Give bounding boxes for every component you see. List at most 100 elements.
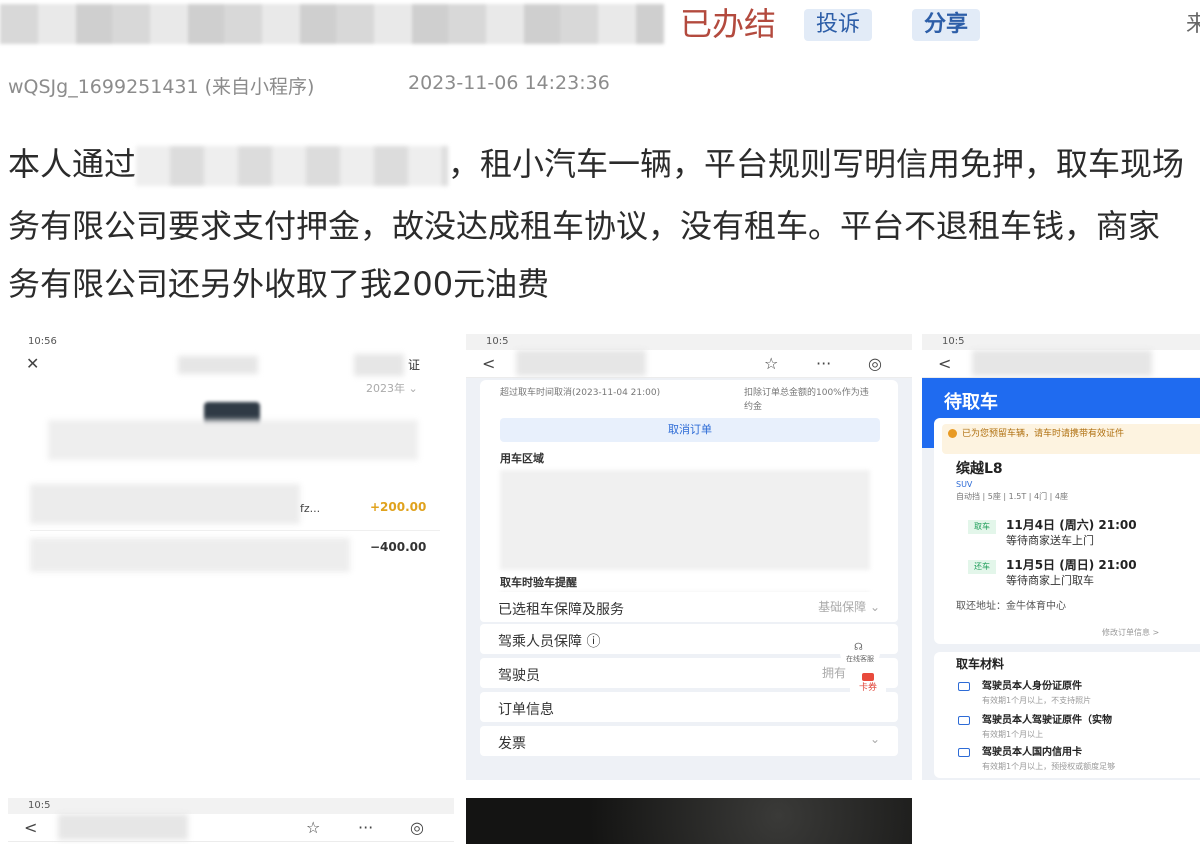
target-icon: ◎ (868, 354, 882, 373)
row-passenger[interactable]: 驾乘人员保障 ⓘ (480, 624, 898, 654)
material-1-sub: 有效期1个月以上，不支持照片 (982, 696, 1092, 705)
attachment-image-1[interactable]: 10:56 ✕ 证 2023年 ⌄ fz... +200.00 −400.00 (8, 334, 454, 780)
return-tag: 还车 (968, 560, 996, 574)
pickup-tag: 取车 (968, 520, 996, 534)
id-card-icon (958, 682, 970, 691)
status-bar: 10:5 (8, 798, 454, 814)
license-icon (958, 716, 970, 725)
nav-bar: < (922, 350, 1200, 378)
attachment-image-4[interactable]: 10:5 < ☆ ··· ◎ (8, 798, 454, 844)
redacted-record-1 (30, 484, 300, 524)
cut-off-text: 来 (1186, 12, 1200, 37)
pickup-check-title: 取车时验车提醒 (500, 576, 577, 589)
body-line-1-start: 本人通过 (8, 145, 137, 183)
refund-text: 扣除订单总金额的100%作为违约金 (744, 388, 869, 412)
nav-bar: < ☆ ··· ◎ (8, 814, 454, 842)
return-date: 11月5日 (周日) 21:00 (1006, 558, 1137, 572)
row-invoice-label: 发票 (498, 736, 526, 752)
cancel-policy-card: 超过取车时间取消(2023-11-04 21:00) 扣除订单总金额的100%作… (480, 380, 898, 618)
redacted-nav-title (516, 350, 646, 376)
complaint-detail-page: 已办结 投诉 分享 来 wQSJg_1699251431 (来自小程序) 202… (0, 0, 1200, 844)
amount-plus: +200.00 (370, 500, 427, 514)
close-icon: ✕ (26, 354, 40, 373)
row-invoice[interactable]: 发票 ⌄ (480, 726, 898, 756)
body-line-2: 务有限公司要求支付押金，故没达成租车协议，没有租车。平台不退租车钱，商家 (8, 207, 1161, 245)
car-name: 缤越L8 (956, 461, 1003, 477)
materials-title: 取车材料 (956, 657, 1005, 671)
material-1: 驾驶员本人身份证原件 (982, 681, 1082, 692)
redacted-nav-action (354, 354, 404, 376)
order-card: 已为您预留车辆，请车时请携带有效证件 缤越L8 SUV 自动挡 | 5座 | 1… (934, 418, 1200, 644)
back-icon: < (482, 354, 496, 373)
redacted-nav-title (972, 350, 1152, 376)
complain-button[interactable]: 投诉 (804, 9, 873, 41)
address-value: 金牛体育中心 (1006, 601, 1066, 612)
author-name[interactable]: wQSJg_1699251431 (来自小程序) (8, 72, 314, 99)
notice-text: 已为您预留车辆，请车时请携带有效证件 (962, 429, 1125, 439)
nav-right-label: 证 (408, 358, 421, 372)
deadline-text: 超过取车时间取消(2023-11-04 21:00) (500, 388, 661, 398)
car-detail: 自动挡 | 5座 | 1.5T | 4门 | 4座 (956, 492, 1069, 501)
redacted-nav-title (58, 814, 188, 840)
redacted-record-2 (30, 538, 350, 572)
redacted-nav-title (178, 356, 258, 374)
redacted-merchant-name (48, 420, 418, 460)
coupon-icon (862, 673, 874, 681)
row-passenger-label: 驾乘人员保障 ⓘ (498, 634, 601, 650)
chevron-down-icon: ⌄ (869, 732, 880, 746)
target-icon: ◎ (410, 818, 424, 837)
body-line-3: 务有限公司还另外收取了我200元油费 (8, 265, 550, 303)
date-filter: 2023年 ⌄ (366, 382, 418, 395)
address-label: 取还地址： (956, 601, 1006, 612)
divider (30, 530, 440, 531)
back-icon: < (24, 818, 38, 837)
back-icon: < (938, 354, 952, 373)
coupon-label: 卡券 (858, 683, 877, 693)
online-service-label: 在线客服 (846, 655, 874, 663)
redacted-platform-name (136, 146, 449, 186)
share-button[interactable]: 分享 (912, 9, 981, 41)
modify-order-link[interactable]: 修改订单信息 > (1102, 626, 1159, 640)
headset-icon: ☊ (854, 642, 863, 653)
notice-bar: 已为您预留车辆，请车时请携带有效证件 (942, 424, 1200, 454)
amount-minus: −400.00 (370, 540, 427, 554)
row-driver[interactable]: 驾驶员 拥有 (480, 658, 898, 688)
status-bar: 10:56 (8, 334, 454, 350)
use-area-text (500, 470, 870, 570)
credit-card-icon (958, 748, 970, 757)
row-driver-label: 驾驶员 (498, 668, 540, 684)
status-bar: 10:5 (466, 334, 912, 350)
row-driver-value: 拥有 (821, 666, 846, 680)
status-label: 已办结 (680, 5, 777, 43)
body-line-1: 本人通过 ，租小汽车一辆，平台规则写明信用免押，取车现场 (8, 144, 1184, 186)
row-guarantee-label: 已选租车保障及服务 (498, 602, 624, 618)
row-order-info-label: 订单信息 (498, 702, 554, 718)
material-3: 驾驶员本人国内信用卡 (982, 747, 1082, 758)
material-2-sub: 有效期1个月以上 (982, 730, 1044, 739)
more-icon: ··· (358, 818, 374, 837)
material-3-sub: 有效期1个月以上，预授权或额度足够 (982, 762, 1116, 771)
nav-bar: < ☆ ··· ◎ (466, 350, 912, 378)
use-area-title: 用车区域 (500, 452, 544, 465)
body-line-1-end: ，租小汽车一辆，平台规则写明信用免押，取车现场 (448, 145, 1185, 183)
star-icon: ☆ (306, 818, 321, 837)
row-order-info[interactable]: 订单信息 (480, 692, 898, 722)
attachment-image-3[interactable]: 10:5 < 待取车 已为您预留车辆，请车时请携带有效证件 缤越L8 SUV 自… (922, 334, 1200, 780)
notice-icon (948, 429, 957, 438)
cancel-order-button[interactable]: 取消订单 (500, 418, 880, 442)
star-icon: ☆ (764, 354, 779, 373)
online-service-button[interactable]: ☊ 在线客服 (840, 640, 880, 666)
record-1-text: fz... (300, 502, 321, 515)
return-sub: 等待商家上门取车 (1006, 574, 1094, 587)
address-row: 取还地址：金牛体育中心 (956, 600, 1066, 614)
coupon-button[interactable]: 卡券 (850, 670, 886, 696)
row-guarantee[interactable]: 已选租车保障及服务 基础保障 ⌄ (480, 592, 898, 622)
pickup-date: 11月4日 (周六) 21:00 (1006, 518, 1137, 532)
attachment-image-2[interactable]: 10:5 < ☆ ··· ◎ 超过取车时间取消(2023-11-04 21:00… (466, 334, 912, 780)
post-time: 2023-11-06 14:23:36 (408, 72, 610, 94)
status-bar: 10:5 (922, 334, 1200, 350)
status-title: 待取车 (944, 392, 998, 413)
attachment-image-5[interactable] (466, 798, 912, 844)
more-icon: ··· (816, 354, 832, 373)
redacted-title (0, 4, 664, 44)
